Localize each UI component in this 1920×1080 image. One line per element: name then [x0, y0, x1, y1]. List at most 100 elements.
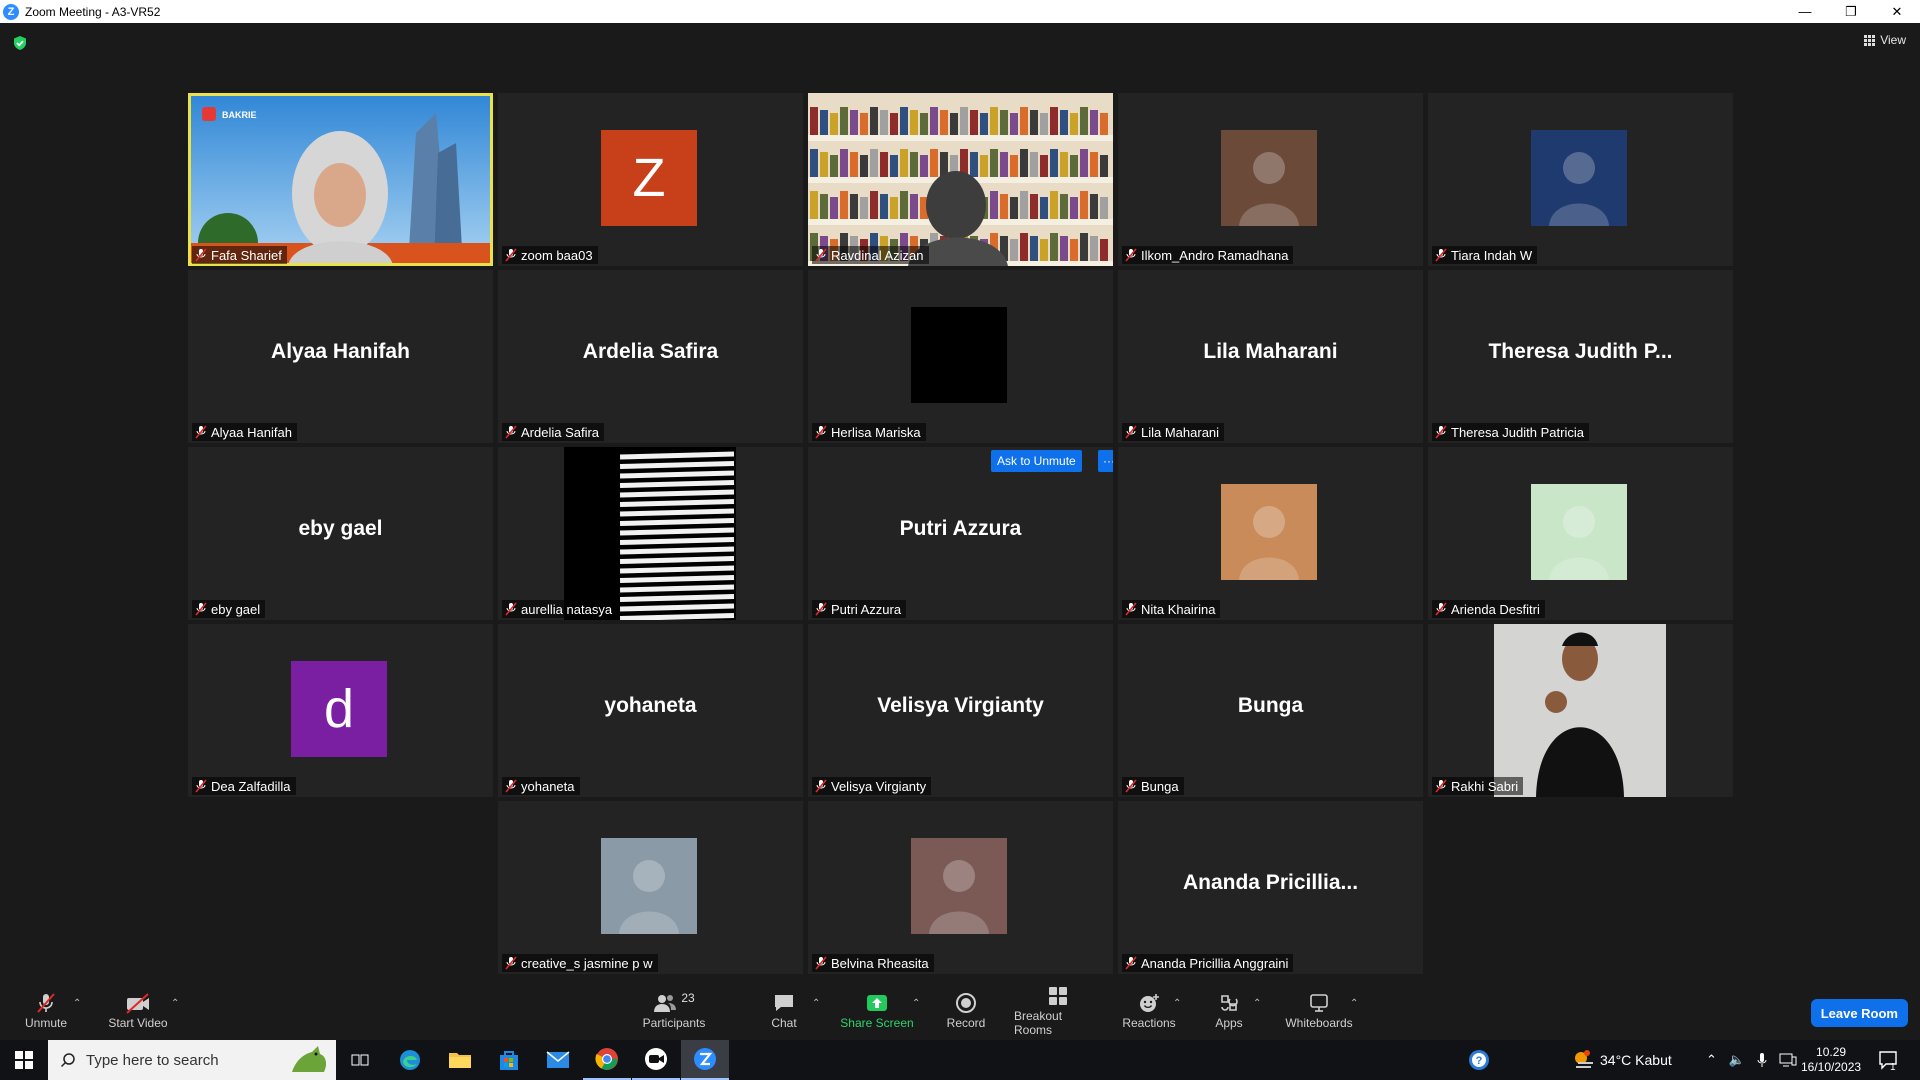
- view-button[interactable]: View: [1864, 33, 1906, 47]
- participant-tile[interactable]: Theresa Judith P... Theresa Judith Patric…: [1428, 270, 1733, 443]
- participant-tile[interactable]: BAKRIE Fafa Sharief: [188, 93, 493, 266]
- participant-tile[interactable]: yohaneta yohaneta: [498, 624, 803, 797]
- zoom-app-icon: [694, 1048, 716, 1070]
- encryption-shield-icon[interactable]: [12, 35, 28, 51]
- muted-mic-icon: [1125, 248, 1137, 262]
- search-icon: [60, 1053, 75, 1068]
- video-off-icon: [126, 993, 149, 1014]
- chat-options-chevron-icon[interactable]: ⌃: [812, 998, 820, 1009]
- whiteboards-options-chevron-icon[interactable]: ⌃: [1350, 998, 1358, 1009]
- reactions-label: Reactions: [1122, 1016, 1176, 1030]
- muted-mic-icon: [1435, 602, 1447, 616]
- more-options-button[interactable]: ···: [1098, 450, 1113, 472]
- audio-options-chevron-icon[interactable]: ⌃: [73, 998, 81, 1009]
- participant-name: Putri Azzura: [831, 601, 902, 617]
- whiteboards-button[interactable]: Whiteboards: [1284, 980, 1354, 1040]
- participant-tile[interactable]: Zzoom baa03: [498, 93, 803, 266]
- network-monitor-icon[interactable]: [1779, 1053, 1797, 1067]
- participant-name-label: Arienda Desfitri: [1432, 600, 1545, 618]
- clock[interactable]: 10.29 16/10/2023: [1801, 1040, 1861, 1080]
- participant-name: Alyaa Hanifah: [211, 424, 292, 440]
- view-label: View: [1880, 33, 1906, 47]
- meeting-stage: View BAKRIE Fafa Sharief Zzoom baa03 Ravdin…: [0, 23, 1920, 980]
- participant-tile[interactable]: Rakhi Sabri: [1428, 624, 1733, 797]
- search-highlight-dragon-icon: [292, 1046, 327, 1072]
- chevron-up-icon[interactable]: ⌃: [1706, 1052, 1717, 1068]
- participant-name: Rakhi Sabri: [1451, 778, 1519, 794]
- participants-button[interactable]: 23 Participants: [638, 980, 710, 1040]
- share-options-chevron-icon[interactable]: ⌃: [912, 998, 920, 1009]
- participant-name: eby gael: [211, 601, 261, 617]
- weather-widget[interactable]: 34°C Kabut: [1572, 1040, 1672, 1080]
- unmute-button[interactable]: Unmute: [20, 980, 72, 1040]
- muted-mic-icon: [1125, 425, 1137, 439]
- participant-tile[interactable]: Herlisa Mariska: [808, 270, 1113, 443]
- participant-name: aurellia natasya: [521, 601, 613, 617]
- apps-button[interactable]: Apps: [1212, 980, 1246, 1040]
- participant-tile[interactable]: creative_s jasmine p w: [498, 801, 803, 974]
- meeting-toolbar: Unmute ⌃ Start Video ⌃ 23 Participants C…: [0, 980, 1920, 1040]
- participant-tile[interactable]: Nita Khairina: [1118, 447, 1423, 620]
- unmute-label: Unmute: [24, 1016, 68, 1030]
- participant-tile[interactable]: aurellia natasya: [498, 447, 803, 620]
- muted-mic-icon: [1125, 956, 1137, 970]
- video-options-chevron-icon[interactable]: ⌃: [171, 998, 179, 1009]
- meeting-app[interactable]: [632, 1040, 680, 1080]
- participant-name-label: Lila Maharani: [1122, 423, 1225, 441]
- participant-tile[interactable]: Ravdinal Azizan: [808, 93, 1113, 266]
- notification-center-button[interactable]: 1: [1878, 1040, 1900, 1080]
- participant-tile[interactable]: d Dea Zalfadilla: [188, 624, 493, 797]
- task-view-button[interactable]: [336, 1040, 384, 1080]
- microphone-tray-icon[interactable]: [1757, 1052, 1767, 1068]
- reactions-button[interactable]: Reactions: [1122, 980, 1176, 1040]
- participant-tile[interactable]: Velisya Virgianty Velisya Virgianty: [808, 624, 1113, 797]
- apps-options-chevron-icon[interactable]: ⌃: [1253, 998, 1261, 1009]
- participant-name: zoom baa03: [521, 247, 593, 263]
- participant-tile[interactable]: Alyaa Hanifah Alyaa Hanifah: [188, 270, 493, 443]
- minimize-button[interactable]: —: [1782, 0, 1828, 23]
- speaker-volume-icon[interactable]: 🔈: [1729, 1052, 1745, 1068]
- file-explorer-app[interactable]: [436, 1040, 484, 1080]
- participant-display-name: Bunga: [1237, 694, 1304, 717]
- camera-app-icon: [645, 1048, 667, 1070]
- participant-tile[interactable]: Lila Maharani Lila Maharani: [1118, 270, 1423, 443]
- close-button[interactable]: ✕: [1874, 0, 1920, 23]
- participant-tile[interactable]: Ardelia Safira Ardelia Safira: [498, 270, 803, 443]
- windows-start-button[interactable]: [0, 1040, 48, 1080]
- breakout-rooms-button[interactable]: Breakout Rooms: [1014, 980, 1102, 1040]
- participant-tile[interactable]: Arienda Desfitri: [1428, 447, 1733, 620]
- chrome-app[interactable]: [583, 1040, 631, 1080]
- muted-mic-icon: [1435, 779, 1447, 793]
- participant-name-label: Dea Zalfadilla: [192, 777, 296, 795]
- participant-tile[interactable]: Ilkom_Andro Ramadhana: [1118, 93, 1423, 266]
- participant-name: yohaneta: [521, 778, 575, 794]
- taskbar-search-box[interactable]: Type here to search: [48, 1040, 336, 1080]
- participant-avatar-photo: [1531, 130, 1627, 226]
- weather-haze-icon: [1575, 1050, 1593, 1068]
- record-button[interactable]: Record: [944, 980, 988, 1040]
- participant-tile[interactable]: Belvina Rheasita: [808, 801, 1113, 974]
- participant-tile[interactable]: Bunga Bunga: [1118, 624, 1423, 797]
- restore-button[interactable]: ❐: [1828, 0, 1874, 23]
- participant-tile[interactable]: eby gael eby gael: [188, 447, 493, 620]
- muted-mic-icon: [1125, 779, 1137, 793]
- mail-app[interactable]: [534, 1040, 582, 1080]
- participant-tile[interactable]: Putri Azzura Ask to Unmute ··· Putri Azzura: [808, 447, 1113, 620]
- chat-button[interactable]: Chat: [765, 980, 803, 1040]
- zoom-app[interactable]: [681, 1040, 729, 1080]
- share-screen-icon: [867, 995, 887, 1011]
- participant-avatar-photo: [1531, 484, 1627, 580]
- share-screen-button[interactable]: Share Screen: [840, 980, 914, 1040]
- muted-mic-icon: [505, 956, 517, 970]
- ask-to-unmute-button[interactable]: Ask to Unmute: [991, 450, 1082, 472]
- participant-tile[interactable]: Tiara Indah W: [1428, 93, 1733, 266]
- start-video-button[interactable]: Start Video: [106, 980, 170, 1040]
- reactions-options-chevron-icon[interactable]: ⌃: [1173, 998, 1181, 1009]
- participant-name: Tiara Indah W: [1451, 247, 1533, 263]
- help-app[interactable]: ?: [1455, 1040, 1503, 1080]
- store-app[interactable]: [485, 1040, 533, 1080]
- edge-app[interactable]: [386, 1040, 434, 1080]
- leave-room-button[interactable]: Leave Room: [1810, 999, 1908, 1027]
- muted-mic-icon: [815, 425, 827, 439]
- participant-tile[interactable]: Ananda Pricillia... Ananda Pricillia Angg…: [1118, 801, 1423, 974]
